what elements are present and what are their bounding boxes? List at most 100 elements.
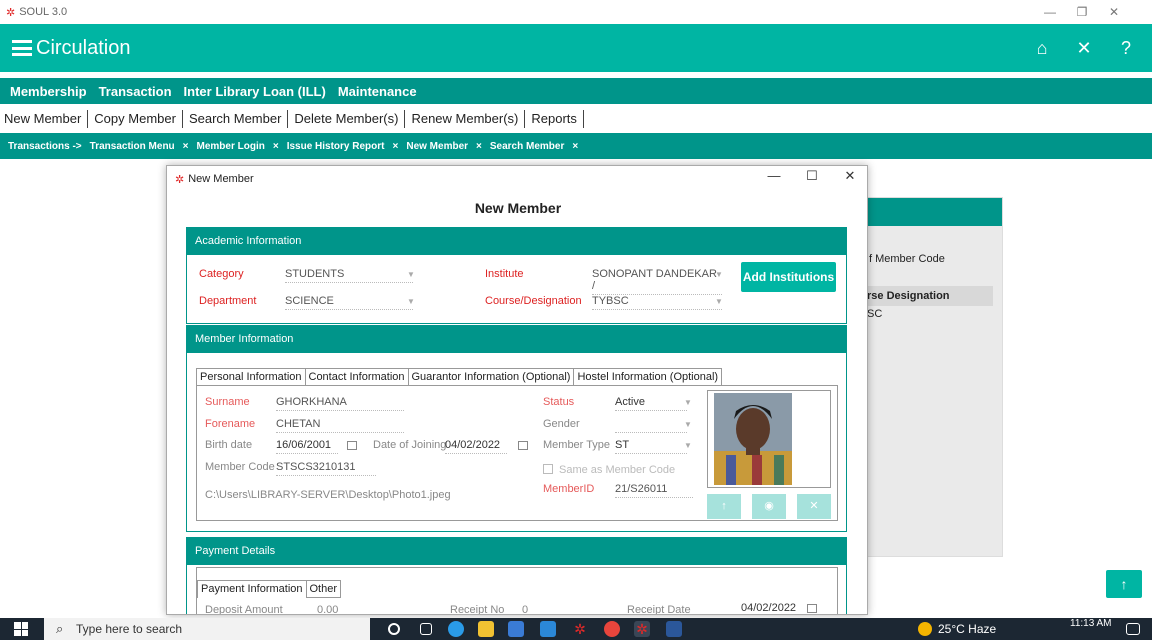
member-code-label: Member Code [205, 461, 275, 473]
receipt-no-field[interactable]: 0 [522, 604, 528, 614]
taskbar-search-placeholder: Type here to search [76, 622, 183, 636]
member-code-field[interactable]: STSCS3210131 [276, 461, 376, 476]
member-type-label: Member Type [543, 439, 611, 451]
add-institutions-button[interactable]: Add Institutions [741, 262, 836, 292]
tab-contact-info[interactable]: Contact Information [304, 368, 408, 386]
deposit-label: Deposit Amount [205, 604, 283, 615]
camera-button[interactable]: ◉ [752, 494, 786, 519]
calendar-icon[interactable] [807, 604, 817, 613]
chrome-icon[interactable] [604, 621, 620, 637]
close-tab-icon[interactable]: × [476, 141, 482, 152]
course-label: Course/Designation [485, 295, 582, 307]
close-module-icon[interactable]: ✕ [1072, 36, 1096, 60]
member-type-select[interactable]: ST [615, 439, 687, 454]
close-tab-icon[interactable]: × [393, 141, 399, 152]
category-select[interactable]: STUDENTS [285, 268, 413, 283]
tab-hostel-info[interactable]: Hostel Information (Optional) [573, 368, 723, 386]
tab-payment-info[interactable]: Payment Information [197, 580, 306, 598]
deposit-field[interactable]: 0.00 [317, 604, 338, 614]
submenu-new-member[interactable]: New Member [0, 110, 89, 128]
edge-icon[interactable] [448, 621, 464, 637]
store-icon[interactable] [508, 621, 524, 637]
birth-date-field[interactable]: 16/06/2001 [276, 439, 338, 454]
clock[interactable]: 11:13 AM [1070, 618, 1112, 629]
close-tab-icon[interactable]: × [273, 141, 279, 152]
menu-maintenance[interactable]: Maintenance [338, 84, 417, 99]
academic-section: Academic Information Category STUDENTS ▼… [186, 227, 847, 324]
weather-icon [918, 622, 932, 636]
windows-start-icon[interactable] [14, 622, 28, 636]
upload-photo-button[interactable]: ↑ [707, 494, 741, 519]
soul-app-active-icon[interactable]: ✲ [634, 621, 650, 637]
gender-select[interactable] [615, 418, 687, 433]
close-icon: ✕ [809, 500, 819, 512]
payment-tabs: Payment Information Other [197, 580, 342, 598]
hamburger-menu-icon[interactable] [12, 40, 32, 56]
status-select[interactable]: Active [615, 396, 687, 411]
chevron-down-icon: ▼ [684, 398, 692, 407]
close-icon[interactable]: ✕ [1100, 0, 1128, 24]
calendar-icon[interactable] [518, 441, 528, 450]
minimize-icon[interactable]: — [1036, 0, 1064, 24]
dialog-minimize-icon[interactable]: — [763, 168, 785, 183]
submenu-copy-member[interactable]: Copy Member [88, 110, 183, 128]
tab-guarantor-info[interactable]: Guarantor Information (Optional) [407, 368, 574, 386]
breadcrumb-transaction-menu[interactable]: Transaction Menu [90, 141, 175, 152]
member-id-field[interactable]: 21/S26011 [615, 483, 693, 498]
personal-info-panel: Surname GHORKHANA Forename CHETAN Birth … [196, 385, 838, 521]
status-label: Status [543, 396, 575, 408]
dialog-titlebar: ✲ New Member — ☐ ✕ [167, 166, 867, 192]
breadcrumb-search-member[interactable]: Search Member [490, 141, 564, 152]
menu-membership[interactable]: Membership [10, 84, 87, 99]
forename-field[interactable]: CHETAN [276, 418, 404, 433]
department-select[interactable]: SCIENCE [285, 295, 413, 310]
camera-icon: ◉ [764, 500, 774, 512]
mail-icon[interactable] [540, 621, 556, 637]
breadcrumb-issue-history[interactable]: Issue History Report [287, 141, 385, 152]
submenu-search-member[interactable]: Search Member [183, 110, 289, 128]
home-icon[interactable]: ⌂ [1030, 36, 1054, 60]
tab-personal-info[interactable]: Personal Information [196, 368, 305, 386]
submenu-reports[interactable]: Reports [525, 110, 584, 128]
member-code-option[interactable]: f Member Code [869, 253, 945, 265]
breadcrumb-new-member[interactable]: New Member [406, 141, 468, 152]
photo-path: C:\Users\LIBRARY-SERVER\Desktop\Photo1.j… [205, 489, 451, 501]
department-label: Department [199, 295, 257, 307]
word-icon[interactable] [666, 621, 682, 637]
help-icon[interactable]: ? [1114, 36, 1138, 60]
member-photo-image [708, 391, 830, 487]
institute-select[interactable]: SONOPANT DANDEKAR / [592, 268, 722, 295]
tab-other[interactable]: Other [305, 580, 342, 598]
remove-photo-button[interactable]: ✕ [797, 494, 831, 519]
new-member-dialog: ✲ New Member — ☐ ✕ New Member Academic I… [166, 165, 868, 615]
course-select[interactable]: TYBSC [592, 295, 722, 310]
institute-label: Institute [485, 268, 524, 280]
close-tab-icon[interactable]: × [183, 141, 189, 152]
joining-date-field[interactable]: 04/02/2022 [445, 439, 507, 454]
submenu-renew-member[interactable]: Renew Member(s) [405, 110, 526, 128]
search-icon: ⌕ [56, 621, 64, 636]
dialog-maximize-icon[interactable]: ☐ [801, 168, 823, 184]
file-explorer-icon[interactable] [478, 621, 494, 637]
scroll-top-button[interactable]: ↑ [1106, 570, 1142, 598]
breadcrumb-member-login[interactable]: Member Login [197, 141, 265, 152]
weather-text[interactable]: 25°C Haze [938, 618, 996, 640]
notification-icon[interactable] [1126, 623, 1140, 635]
submenu-delete-member[interactable]: Delete Member(s) [288, 110, 406, 128]
task-view-icon[interactable] [420, 623, 432, 635]
payment-panel: Payment Information Other Deposit Amount… [196, 567, 838, 615]
soul-app-icon[interactable]: ✲ [572, 621, 588, 637]
menu-transaction[interactable]: Transaction [99, 84, 172, 99]
menu-ill[interactable]: Inter Library Loan (ILL) [184, 84, 326, 99]
surname-field[interactable]: GHORKHANA [276, 396, 404, 411]
close-tab-icon[interactable]: × [572, 141, 578, 152]
taskbar-search[interactable]: ⌕ Type here to search [44, 618, 370, 640]
restore-icon[interactable]: ❐ [1068, 0, 1096, 24]
chevron-down-icon: ▼ [715, 297, 723, 306]
dialog-close-icon[interactable]: ✕ [839, 168, 861, 184]
cortana-icon[interactable] [388, 623, 400, 635]
calendar-icon[interactable] [347, 441, 357, 450]
same-as-code-checkbox[interactable] [543, 464, 553, 474]
receipt-date-field[interactable]: 04/02/2022 [741, 602, 796, 614]
designation-cell: SC [867, 308, 883, 320]
